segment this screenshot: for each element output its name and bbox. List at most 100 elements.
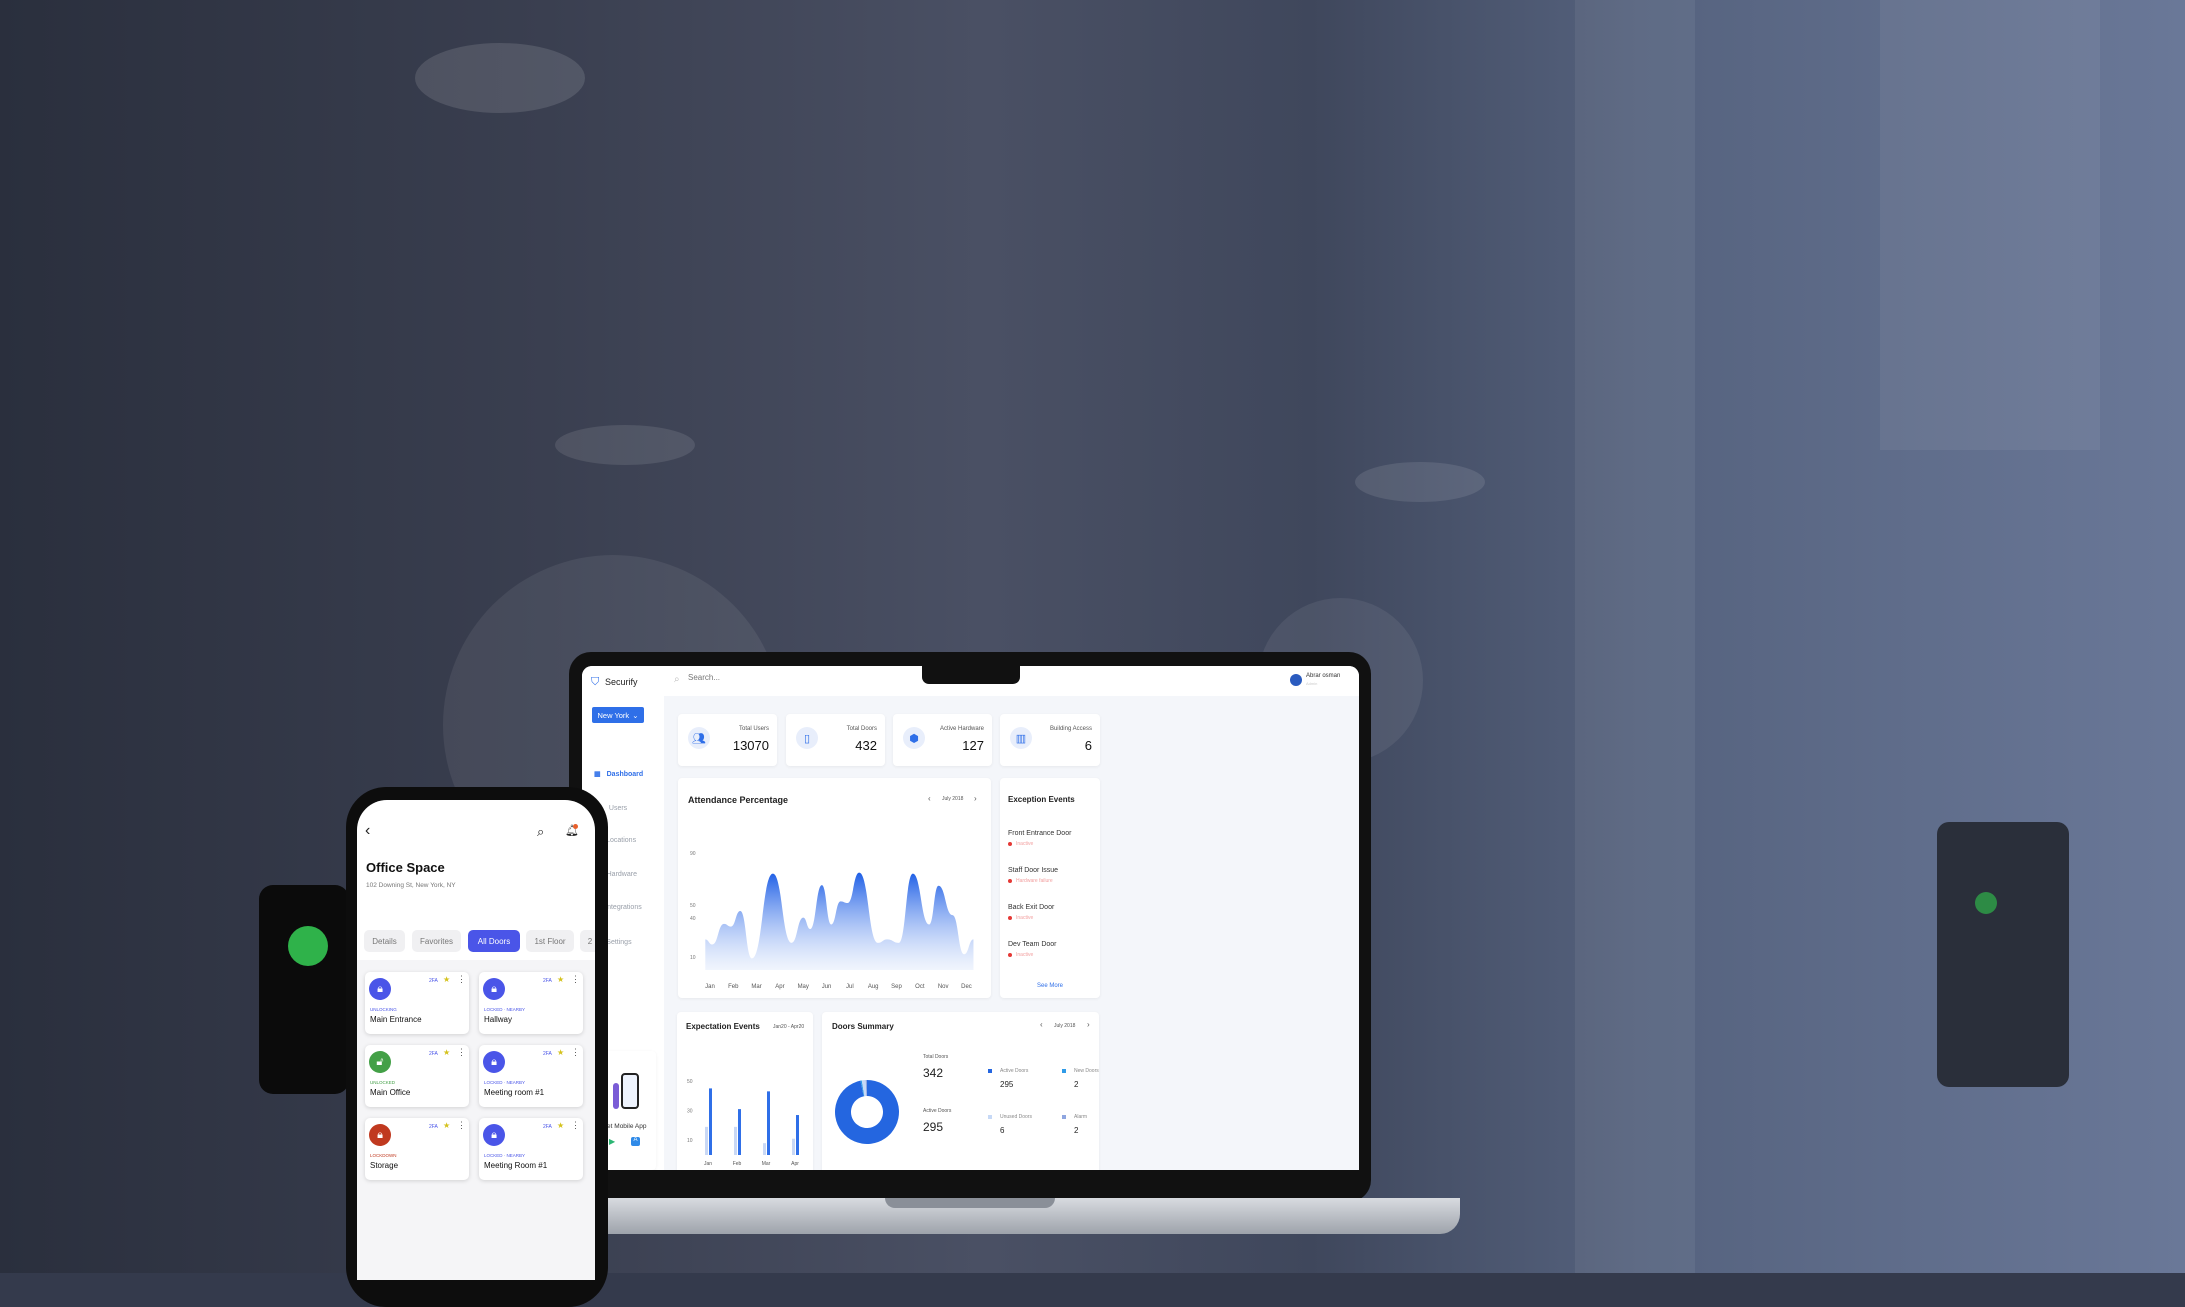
total-doors-label: Total Doors [923, 1054, 949, 1060]
y-tick-label: 90 [690, 851, 696, 857]
stat-label: Total Doors [846, 726, 877, 732]
avatar[interactable] [1290, 674, 1302, 686]
exception-item[interactable]: Dev Team Door Inactive [1008, 941, 1057, 958]
favorite-star-icon[interactable]: ★ [443, 975, 450, 984]
stat-label: Total Users [738, 726, 769, 732]
stat-value: 127 [962, 738, 984, 753]
tab-2[interactable]: 2 [580, 930, 595, 952]
status-dot-icon [1008, 842, 1012, 846]
exception-events-card: Exception Events See More Front Entrance… [1000, 778, 1100, 998]
lock-icon: 🔒︎ [483, 1124, 505, 1146]
sidebar-item-label: Dashboard [606, 770, 644, 778]
location-select[interactable]: New York ⌄ [592, 707, 644, 723]
phone-illustration-icon [621, 1073, 639, 1109]
more-options-icon[interactable]: ⋮ [457, 1047, 466, 1058]
exception-item[interactable]: Back Exit Door Inactive [1008, 904, 1054, 921]
sidebar-item-dashboard[interactable]: ▦ Dashboard [594, 770, 644, 779]
bar-doors-feb [734, 1126, 737, 1155]
sidebar-item-label: Hardware [606, 870, 637, 878]
bar-hardware-apr [796, 1115, 799, 1155]
legend-value: 2 [1074, 1080, 1079, 1089]
x-tick-label: Mar [762, 1161, 771, 1167]
back-button[interactable]: ‹ [365, 822, 370, 840]
y-tick-label: 50 [690, 903, 696, 909]
tab-1st-floor[interactable]: 1st Floor [526, 930, 574, 952]
wall-vent [1880, 0, 2100, 450]
more-options-icon[interactable]: ⋮ [457, 1120, 466, 1131]
favorite-star-icon[interactable]: ★ [443, 1121, 450, 1130]
door-name: Meeting room #1 [484, 1088, 545, 1097]
2fa-badge: 2FA [429, 978, 438, 984]
expectation-bar-chart: 503010JanFebMarAprDoorsHardware [687, 1079, 799, 1167]
phone-screen: ‹ ⌕ 🔔︎ Office Space 102 Downing St, New … [357, 800, 595, 1280]
tab-all-doors[interactable]: All Doors [468, 930, 520, 952]
legend-swatch [988, 1069, 992, 1073]
users-icon: 👥︎ [688, 727, 710, 749]
tab-favorites[interactable]: Favorites [412, 930, 461, 952]
door-card[interactable]: 🔒︎ 2FA ★ ⋮ LOCKED · NEARBY Meeting Room … [479, 1118, 583, 1180]
user-name: Abrar osman [1306, 673, 1341, 679]
stat-label: Active Hardware [939, 726, 984, 732]
reader-light-icon [1975, 892, 1997, 914]
search-input[interactable] [688, 673, 808, 682]
more-options-icon[interactable]: ⋮ [457, 974, 466, 985]
stat-card-building-access: ▥ Building Access 6 [1000, 714, 1100, 766]
person-illustration [613, 1083, 619, 1109]
total-doors-value: 342 [923, 1066, 944, 1080]
door-card[interactable]: 🔒︎ 2FA ★ ⋮ LOCKED · NEARBY Hallway [479, 972, 583, 1034]
more-options-icon[interactable]: ⋮ [571, 1047, 580, 1058]
2fa-badge: 2FA [429, 1124, 438, 1130]
app-store-icon[interactable]: A [631, 1137, 640, 1146]
chip-icon: ⬢ [903, 727, 925, 749]
door-frame [1575, 0, 1695, 1273]
see-more-link[interactable]: See More [1037, 983, 1063, 989]
door-card[interactable]: 🔒︎ 2FA ★ ⋮ LOCKDOWN Storage [365, 1118, 469, 1180]
search-icon: ⌕ [674, 674, 680, 685]
lockdown-icon: 🔒︎ [369, 1124, 391, 1146]
favorite-star-icon[interactable]: ★ [443, 1048, 450, 1057]
more-options-icon[interactable]: ⋮ [571, 974, 580, 985]
prev-period-button[interactable]: ‹ [1040, 1020, 1043, 1029]
x-tick-label: Jun [822, 984, 832, 990]
favorite-star-icon[interactable]: ★ [557, 1048, 564, 1057]
sidebar-item-label: Users [608, 804, 628, 812]
exception-status: Inactive [1008, 915, 1054, 921]
stat-value: 432 [855, 738, 877, 753]
more-options-icon[interactable]: ⋮ [571, 1120, 580, 1131]
ceiling-light [1355, 462, 1485, 502]
attendance-area [705, 872, 974, 970]
exception-title: Exception Events [1008, 795, 1075, 804]
favorite-star-icon[interactable]: ★ [557, 1121, 564, 1130]
x-tick-label: Nov [938, 984, 949, 990]
notification-dot [573, 824, 578, 829]
chevron-down-icon: ⌄ [632, 710, 639, 720]
doors-donut-chart [835, 1080, 899, 1144]
x-tick-label: May [798, 984, 809, 990]
exception-item[interactable]: Staff Door Issue Hardware failure [1008, 867, 1058, 884]
y-tick-label: 50 [687, 1079, 693, 1085]
door-card[interactable]: 🔓︎ 2FA ★ ⋮ UNLOCKED Main Office [365, 1045, 469, 1107]
x-tick-label: Dec [961, 984, 972, 990]
bar-hardware-jan [709, 1088, 712, 1155]
exception-name: Back Exit Door [1008, 904, 1055, 911]
google-play-icon[interactable]: ▶ [609, 1137, 615, 1146]
exception-name: Front Entrance Door [1008, 830, 1072, 837]
active-doors-value: 295 [923, 1120, 944, 1134]
door-card[interactable]: 🔒︎ 2FA ★ ⋮ UNLOCKING Main Entrance [365, 972, 469, 1034]
tab-details[interactable]: Details [364, 930, 405, 952]
exception-item[interactable]: Front Entrance Door Inactive [1008, 830, 1071, 847]
2fa-badge: 2FA [429, 1051, 438, 1057]
ceiling-light [415, 43, 585, 113]
stat-card-total-doors: ▯ Total Doors 432 [786, 714, 885, 766]
doors-summary-title: Doors Summary [832, 1022, 894, 1031]
door-status: LOCKED · NEARBY [484, 1080, 526, 1085]
door-name: Hallway [484, 1015, 513, 1024]
legend-value: 2 [1074, 1126, 1079, 1135]
favorite-star-icon[interactable]: ★ [557, 975, 564, 984]
next-period-button[interactable]: › [1087, 1020, 1090, 1029]
search-icon[interactable]: ⌕ [537, 824, 544, 840]
door-card[interactable]: 🔒︎ 2FA ★ ⋮ LOCKED · NEARBY Meeting room … [479, 1045, 583, 1107]
door-name: Main Office [370, 1088, 411, 1097]
app-name: Securify [605, 677, 638, 687]
door-status: UNLOCKING [370, 1007, 397, 1012]
